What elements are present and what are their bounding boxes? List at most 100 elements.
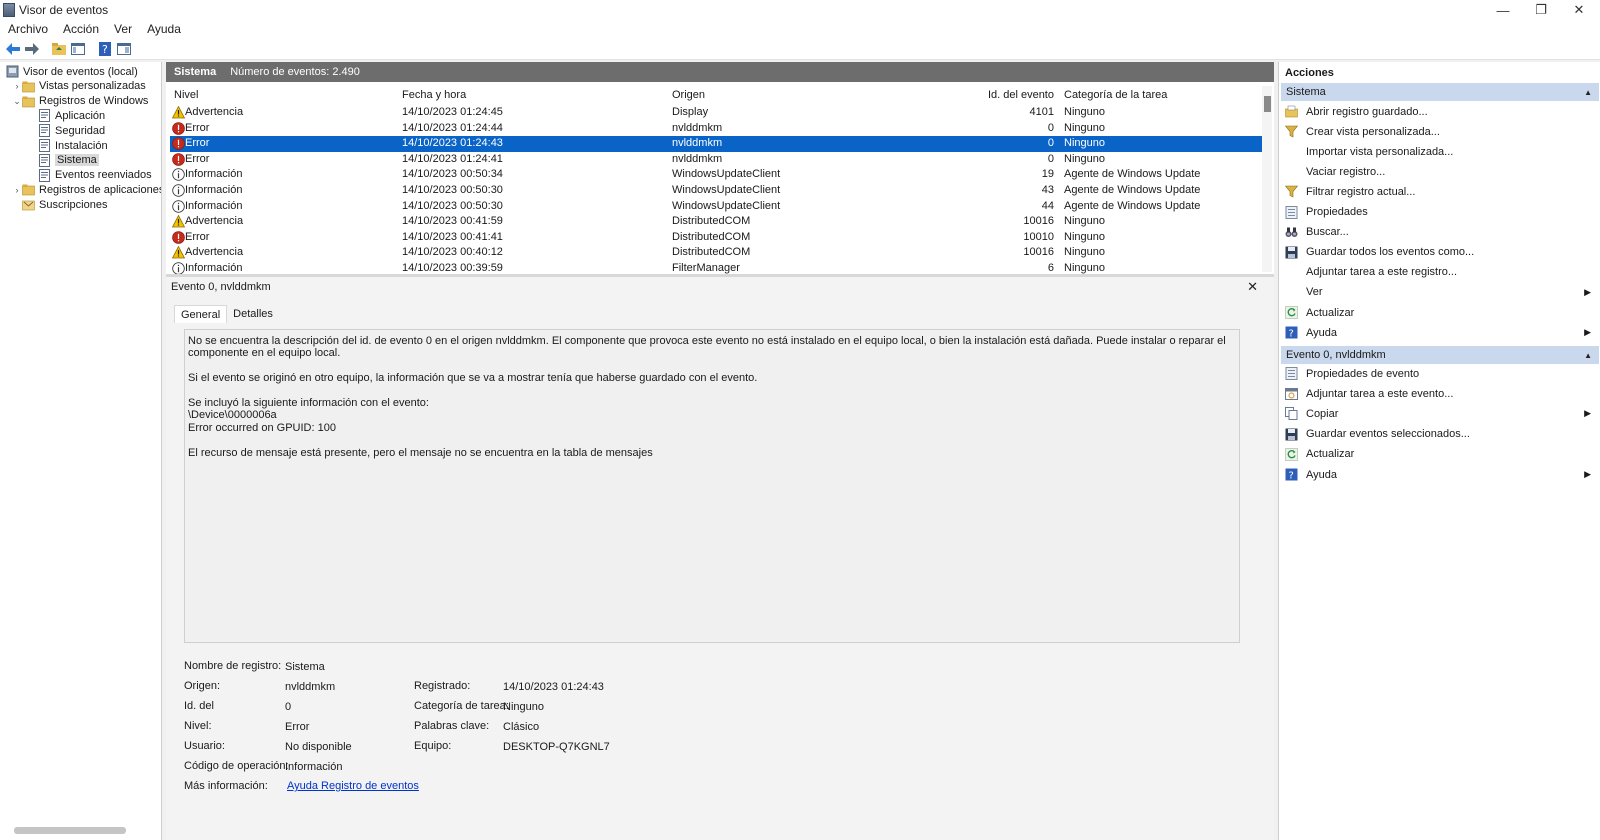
- show-hide-actions-icon[interactable]: [115, 40, 133, 58]
- event-row[interactable]: Error 14/10/2023 01:24:43 nvlddmkm 0 Ninguno: [170, 136, 1266, 152]
- tab-general[interactable]: General: [174, 305, 228, 323]
- tree-item[interactable]: › Registros de aplicaciones y se: [12, 182, 162, 197]
- field-label-source: Origen:: [184, 680, 221, 692]
- event-row[interactable]: Error 14/10/2023 00:41:41 DistributedCOM 10…: [170, 230, 1266, 246]
- tree-item[interactable]: Eventos reenviados: [28, 168, 152, 183]
- navigation-tree: Visor de eventos (local) › Vistas personal…: [0, 62, 162, 840]
- list-scrollbar[interactable]: [1262, 86, 1272, 272]
- event-row[interactable]: Información 14/10/2023 00:50:30 WindowsUpd…: [170, 199, 1266, 215]
- tree-horizontal-scrollbar[interactable]: [14, 827, 126, 834]
- tree-item-label: Vistas personalizadas: [39, 80, 146, 93]
- tree-item[interactable]: Visor de eventos (local): [6, 64, 138, 79]
- chevron-down-icon[interactable]: ⌄: [12, 96, 22, 107]
- column-header-date[interactable]: Fecha y hora: [402, 86, 670, 103]
- column-header-category[interactable]: Categoría de la tarea: [1064, 86, 1262, 103]
- action-item[interactable]: Propiedades de evento: [1281, 364, 1599, 383]
- menu-ayuda[interactable]: Ayuda: [147, 22, 181, 36]
- action-item[interactable]: Actualizar: [1281, 303, 1599, 322]
- action-item[interactable]: Ver ▶: [1281, 283, 1599, 302]
- tree-item[interactable]: ⌄ Registros de Windows: [12, 94, 148, 109]
- action-label: Guardar todos los eventos como...: [1306, 246, 1475, 259]
- minimize-button[interactable]: —: [1484, 0, 1522, 20]
- window-title: Visor de eventos: [19, 3, 109, 17]
- help-link[interactable]: Ayuda Registro de eventos: [287, 780, 419, 792]
- tree-item[interactable]: Seguridad: [28, 123, 105, 138]
- back-arrow-icon[interactable]: [4, 40, 22, 58]
- event-row[interactable]: Información 14/10/2023 00:50:34 WindowsUpd…: [170, 167, 1266, 183]
- tree-item-label: Seguridad: [55, 124, 106, 137]
- field-value-source: nvlddmkm: [285, 681, 336, 693]
- column-header-level[interactable]: Nivel: [174, 86, 400, 103]
- log-icon: [38, 124, 51, 138]
- event-row[interactable]: Advertencia 14/10/2023 00:41:59 Distribute…: [170, 214, 1266, 230]
- actions-section-sistema[interactable]: Sistema ▲: [1281, 83, 1599, 101]
- field-value-logged: 14/10/2023 01:24:43: [503, 681, 604, 693]
- cell-date: 14/10/2023 01:24:44: [402, 121, 503, 134]
- section-label: Evento 0, nvlddmkm: [1286, 349, 1386, 361]
- tree-item[interactable]: Suscripciones: [12, 197, 107, 212]
- chevron-right-icon[interactable]: ›: [12, 185, 22, 195]
- action-item[interactable]: Crear vista personalizada...: [1281, 122, 1599, 141]
- save-icon: [1285, 428, 1298, 441]
- tree-item[interactable]: Sistema: [28, 153, 99, 168]
- event-row[interactable]: Error 14/10/2023 01:24:41 nvlddmkm 0 Ninguno: [170, 152, 1266, 168]
- collapse-arrow-icon[interactable]: ▲: [1584, 351, 1592, 360]
- description-paragraph: No se encuentra la descripción del id. d…: [188, 335, 1226, 360]
- column-header-source[interactable]: Origen: [672, 86, 862, 103]
- event-detail-pane: Evento 0, nvlddmkm ✕ General Detalles No…: [166, 274, 1274, 840]
- blank-icon: [1285, 266, 1298, 279]
- restore-button[interactable]: ❐: [1522, 0, 1560, 20]
- tree-item[interactable]: Aplicación: [28, 108, 105, 123]
- forward-arrow-icon[interactable]: [23, 40, 41, 58]
- action-item[interactable]: Abrir registro guardado...: [1281, 102, 1599, 121]
- action-item[interactable]: Actualizar: [1281, 445, 1599, 464]
- column-header-event-id[interactable]: Id. del evento: [864, 86, 1054, 103]
- action-item[interactable]: Filtrar registro actual...: [1281, 182, 1599, 201]
- cell-level: Error: [185, 137, 210, 150]
- menu-accion[interactable]: Acción: [63, 22, 99, 36]
- action-item[interactable]: Guardar todos los eventos como...: [1281, 243, 1599, 262]
- event-row[interactable]: Error 14/10/2023 01:24:44 nvlddmkm 0 Ninguno: [170, 121, 1266, 137]
- menu-archivo[interactable]: Archivo: [8, 22, 48, 36]
- list-scrollbar-thumb[interactable]: [1264, 96, 1271, 112]
- menu-ver[interactable]: Ver: [114, 22, 132, 36]
- action-item[interactable]: Guardar eventos seleccionados...: [1281, 425, 1599, 444]
- action-label: Ver: [1306, 286, 1323, 299]
- event-row[interactable]: Información 14/10/2023 00:50:30 WindowsUpd…: [170, 183, 1266, 199]
- action-item[interactable]: Copiar ▶: [1281, 404, 1599, 423]
- field-value-computer: DESKTOP-Q7KGNL7: [503, 741, 610, 753]
- action-item[interactable]: Adjuntar tarea a este evento...: [1281, 384, 1599, 403]
- detail-close-icon[interactable]: ✕: [1247, 279, 1258, 295]
- field-label-logged: Registrado:: [414, 680, 471, 692]
- actions-section-event[interactable]: Evento 0, nvlddmkm ▲: [1281, 346, 1599, 364]
- action-item[interactable]: ? Ayuda ▶: [1281, 465, 1599, 484]
- help-icon[interactable]: ?: [96, 40, 114, 58]
- tree-item[interactable]: › Vistas personalizadas: [12, 79, 146, 94]
- action-item[interactable]: Buscar...: [1281, 223, 1599, 242]
- blank-icon: [1285, 145, 1298, 158]
- collapse-arrow-icon[interactable]: ▲: [1584, 88, 1592, 97]
- tree-item-label: Registros de aplicaciones y se: [39, 183, 162, 196]
- folder-up-icon[interactable]: [50, 40, 68, 58]
- submenu-arrow-icon: ▶: [1584, 327, 1591, 338]
- show-hide-tree-icon[interactable]: [69, 40, 87, 58]
- close-button[interactable]: ✕: [1560, 0, 1598, 20]
- action-item[interactable]: Adjuntar tarea a este registro...: [1281, 263, 1599, 282]
- event-row[interactable]: Advertencia 14/10/2023 01:24:45 Display 410…: [170, 105, 1266, 121]
- action-item[interactable]: ? Ayuda ▶: [1281, 323, 1599, 342]
- binoculars-icon: [1285, 226, 1298, 239]
- tree-item[interactable]: Instalación: [28, 138, 108, 153]
- cell-event-id: 0: [1047, 121, 1054, 134]
- event-row[interactable]: Advertencia 14/10/2023 00:40:12 Distribute…: [170, 245, 1266, 261]
- field-label-keywords: Palabras clave:: [414, 720, 490, 732]
- cell-category: Agente de Windows Update: [1064, 168, 1201, 181]
- action-item[interactable]: Vaciar registro...: [1281, 162, 1599, 181]
- properties-icon: [1285, 205, 1298, 219]
- chevron-right-icon[interactable]: ›: [12, 81, 22, 91]
- action-item[interactable]: Importar vista personalizada...: [1281, 142, 1599, 161]
- cell-event-id: 44: [1041, 199, 1054, 212]
- action-item[interactable]: Propiedades: [1281, 203, 1599, 222]
- tab-details[interactable]: Detalles: [227, 305, 279, 323]
- action-label: Propiedades: [1306, 206, 1368, 218]
- error-icon: [172, 152, 185, 166]
